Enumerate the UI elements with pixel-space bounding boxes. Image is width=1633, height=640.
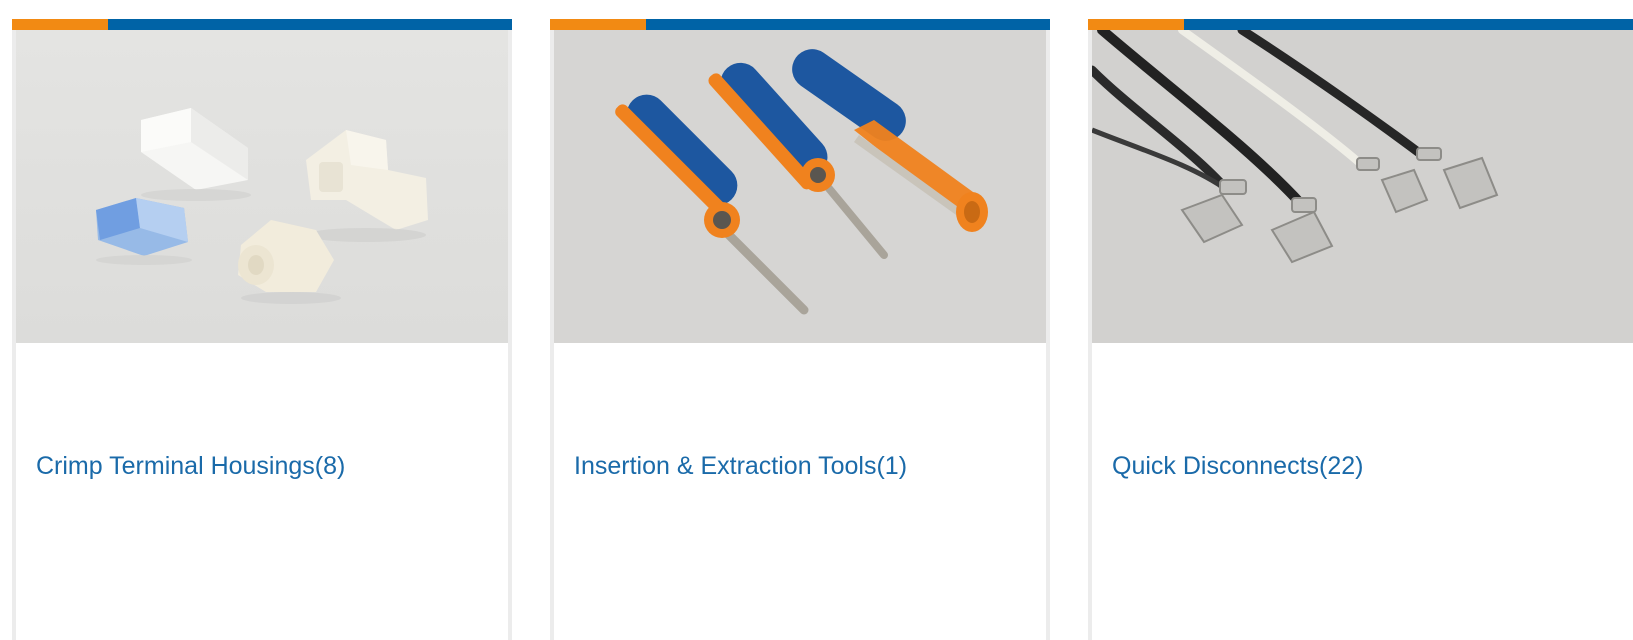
category-card-quick-disconnects[interactable]: Quick Disconnects(22) (1088, 19, 1633, 640)
card-accent-bar (12, 19, 512, 30)
category-link-crimp-terminal-housings[interactable]: Crimp Terminal Housings(8) (36, 450, 345, 482)
category-link-quick-disconnects[interactable]: Quick Disconnects(22) (1112, 450, 1363, 482)
card-body: Crimp Terminal Housings(8) (12, 30, 512, 640)
card-accent-bar (1088, 19, 1633, 30)
crimp-terminal-housings-photo[interactable] (16, 30, 508, 343)
accent-bar-blue (1184, 19, 1633, 30)
quick-disconnects-photo[interactable] (1092, 30, 1633, 343)
accent-bar-blue (108, 19, 512, 30)
insertion-extraction-tools-photo[interactable] (554, 30, 1046, 343)
category-link-insertion-extraction-tools[interactable]: Insertion & Extraction Tools(1) (574, 450, 907, 482)
card-accent-bar (550, 19, 1050, 30)
category-card-insertion-extraction-tools[interactable]: Insertion & Extraction Tools(1) (550, 19, 1050, 640)
category-card-crimp-terminal-housings[interactable]: Crimp Terminal Housings(8) (12, 19, 512, 640)
accent-bar-blue (646, 19, 1050, 30)
card-body: Insertion & Extraction Tools(1) (550, 30, 1050, 640)
accent-bar-orange (550, 19, 646, 30)
accent-bar-orange (12, 19, 108, 30)
category-grid: Crimp Terminal Housings(8) Insertion & E… (0, 0, 1633, 640)
card-body: Quick Disconnects(22) (1088, 30, 1633, 640)
accent-bar-orange (1088, 19, 1184, 30)
